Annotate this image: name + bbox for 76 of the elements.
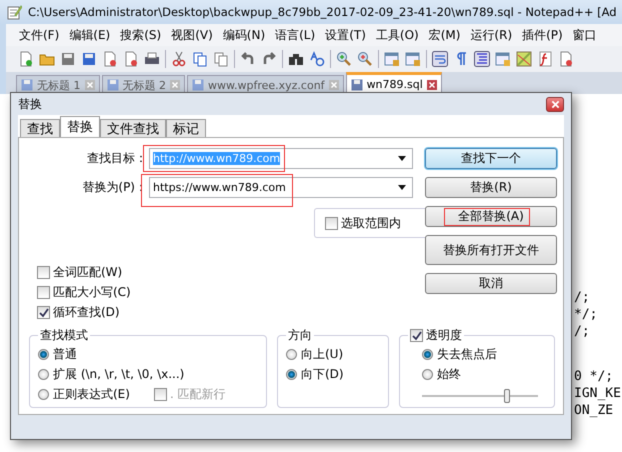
binoculars-icon[interactable] <box>288 51 304 67</box>
menu-item[interactable]: 插件(P) <box>517 26 568 44</box>
menu-item[interactable]: 搜索(S) <box>115 26 166 44</box>
document-icon[interactable] <box>558 51 574 67</box>
notepad-icon <box>6 4 22 20</box>
code-line: ON_ZE <box>574 403 614 420</box>
save-icon[interactable] <box>60 51 76 67</box>
folder-view-icon[interactable] <box>495 51 511 67</box>
radio-button[interactable]: 向上(U) <box>286 346 380 363</box>
dialog-tab[interactable]: 替换 <box>60 116 100 137</box>
save-all-icon[interactable] <box>81 51 97 67</box>
zoom-in-icon[interactable] <box>336 51 352 67</box>
dialog-button[interactable]: 替换所有打开文件 <box>425 235 557 265</box>
undo-icon[interactable] <box>240 51 256 67</box>
dialog-button[interactable]: 替换(R) <box>425 177 557 198</box>
transparency-checkbox[interactable]: 透明度 <box>410 327 462 344</box>
radio-button[interactable]: 始终 <box>408 366 546 383</box>
dialog-tab[interactable]: 文件查找 <box>100 119 166 137</box>
dialog-title: 替换 <box>18 96 42 112</box>
check-icon <box>38 308 48 318</box>
close-file-icon[interactable] <box>102 51 118 67</box>
function-icon[interactable] <box>537 51 553 67</box>
field-label: 查找目标： <box>86 150 147 167</box>
menu-item[interactable]: 编辑(E) <box>64 26 116 44</box>
menu-item[interactable]: 运行(R) <box>465 26 518 44</box>
menu-item[interactable]: 工具(O) <box>370 26 424 44</box>
dialog-button[interactable]: 全部替换(A) <box>425 206 557 227</box>
code-line: IGN_KE <box>574 386 618 403</box>
radio-button[interactable]: 失去焦点后 <box>408 346 546 363</box>
option-checkbox[interactable]: 循环查找(D) <box>37 304 423 321</box>
dialog-tab[interactable]: 查找 <box>20 119 60 137</box>
close-button[interactable] <box>546 96 564 112</box>
code-line: */; <box>574 307 598 324</box>
close-all-icon[interactable] <box>123 51 139 67</box>
code-line: /; <box>574 324 591 341</box>
close-icon[interactable] <box>426 80 437 90</box>
new-file-icon[interactable] <box>18 51 34 67</box>
check-icon <box>412 330 422 340</box>
option-checkbox[interactable]: 匹配大小写(C) <box>37 284 423 301</box>
caret-icon <box>398 185 406 190</box>
menu-item[interactable]: 语言(L) <box>270 26 320 44</box>
file-tab[interactable]: wn789.sql <box>346 72 442 94</box>
menu-item[interactable]: 设置(T) <box>320 26 371 44</box>
menu-item[interactable]: 窗口 <box>568 26 602 44</box>
replace-icon[interactable] <box>309 51 325 67</box>
code-line: 0 */; <box>574 369 614 386</box>
print-icon[interactable] <box>144 51 160 67</box>
dialog-button[interactable]: 查找下一个 <box>425 148 557 169</box>
menu-item[interactable]: 编码(N) <box>218 26 270 44</box>
group-title: 查找模式 <box>39 327 89 344</box>
word-wrap-icon[interactable] <box>432 51 448 67</box>
slider-thumb[interactable] <box>504 389 510 403</box>
radio-button[interactable]: 向下(D) <box>286 366 380 383</box>
redo-icon[interactable] <box>261 51 277 67</box>
close-icon <box>550 100 560 108</box>
code-line: /; <box>574 290 591 307</box>
indent-guide-icon[interactable] <box>474 51 490 67</box>
radio-button[interactable]: 扩展 (\n, \r, \t, \0, \x...) <box>38 366 184 383</box>
window-title: C:\Users\Administrator\Desktop\backwpup_8c79bb_2017-02-09_23-41-20\wn789.sql - Notepad++ [Ad <box>28 5 617 19</box>
group-title: 方向 <box>287 327 313 344</box>
dialog-tab[interactable]: 标记 <box>166 119 206 137</box>
option-checkbox[interactable]: 全词匹配(W) <box>37 264 423 281</box>
option-checkbox: . 匹配新行 <box>154 386 226 403</box>
menu-item[interactable]: 文件(F) <box>14 26 64 44</box>
menu-item[interactable]: 宏(M) <box>424 26 466 44</box>
map-icon[interactable] <box>516 51 532 67</box>
zoom-out-icon[interactable] <box>357 51 373 67</box>
combo-field[interactable]: https://www.wn789.com <box>149 177 413 198</box>
dialog-button[interactable]: 取消 <box>425 273 557 294</box>
menu-item[interactable]: 视图(V) <box>166 26 218 44</box>
caret-icon <box>398 156 406 161</box>
paste-icon[interactable] <box>213 51 229 67</box>
radio-button[interactable]: 普通 <box>38 346 77 363</box>
radio-button[interactable]: 正则表达式(E) <box>38 386 130 403</box>
copy-icon[interactable] <box>192 51 208 67</box>
cut-icon[interactable] <box>171 51 187 67</box>
